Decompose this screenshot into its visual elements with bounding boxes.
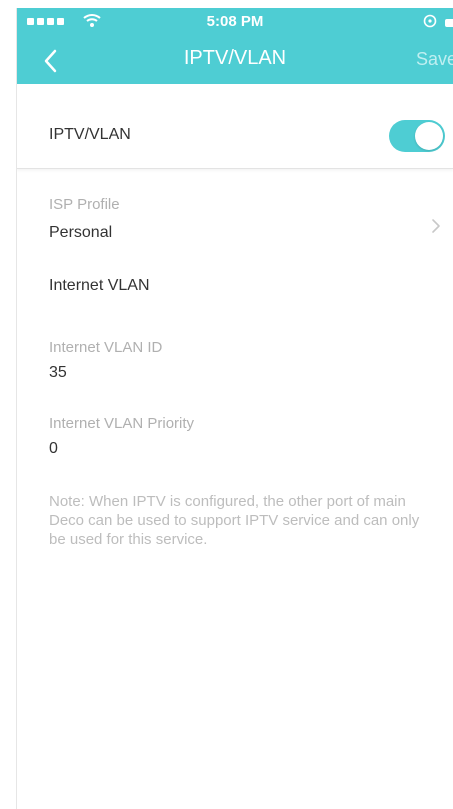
page-title: IPTV/VLAN [183,47,287,69]
battery-icon [445,19,453,27]
nav-bar: IPTV/VLAN Save [17,36,453,84]
isp-profile-row[interactable]: ISP Profile [17,188,453,258]
vlan-priority-value[interactable]: 0 [49,440,58,458]
save-button[interactable]: Save [416,49,453,70]
alarm-icon [423,14,437,28]
toggle-knob [415,122,443,150]
iptv-toggle-row: IPTV/VLAN [17,104,453,169]
isp-profile-value: Personal [49,224,113,241]
app-screen: 5:08 PM IPTV/VLAN Save IPTV/VLAN ISP Pro… [16,8,453,809]
iptv-toggle-label: IPTV/VLAN [49,126,131,143]
vlan-id-value[interactable]: 35 [49,364,67,382]
vlan-priority-label: Internet VLAN Priority [49,415,195,432]
app-header: 5:08 PM IPTV/VLAN Save [17,8,453,84]
iptv-toggle-switch[interactable] [389,120,445,152]
iptv-note: Note: When IPTV is configured, the other… [49,493,420,548]
status-time: 5:08 PM [206,13,264,30]
vlan-id-label: Internet VLAN ID [49,339,163,356]
status-bar: 5:08 PM [17,8,453,36]
chevron-right-icon [432,219,440,233]
internet-vlan-heading: Internet VLAN [49,277,150,294]
isp-profile-label: ISP Profile [49,196,120,213]
